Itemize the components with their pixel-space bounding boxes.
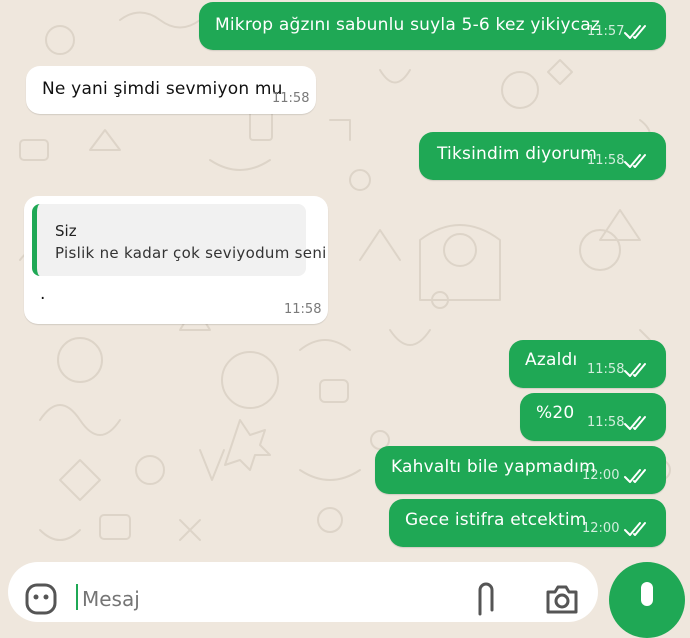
message-bubble-outgoing[interactable]: Tiksindim diyorum 11:58 xyxy=(419,132,666,180)
message-time: 11:58 xyxy=(587,415,625,430)
quoted-reply-author: Siz xyxy=(55,222,77,240)
message-time: 11:58 xyxy=(284,302,322,317)
message-text: Ne yani şimdi sevmiyon mu xyxy=(42,79,283,99)
message-time: 11:58 xyxy=(272,91,310,106)
read-receipt-icon xyxy=(624,363,646,377)
message-time: 11:58 xyxy=(587,362,625,377)
message-bubble-outgoing[interactable]: %20 11:58 xyxy=(520,393,666,441)
camera-icon[interactable] xyxy=(544,582,580,614)
message-bubble-incoming[interactable]: Ne yani şimdi sevmiyon mu 11:58 xyxy=(26,66,316,114)
message-text: Kahvaltı bile yapmadım xyxy=(391,457,596,477)
message-bubble-outgoing[interactable]: Kahvaltı bile yapmadım 12:00 xyxy=(375,446,666,494)
message-bubble-outgoing[interactable]: Mikrop ağzını sabunlu suyla 5-6 kez yiki… xyxy=(199,2,666,50)
message-bubble-outgoing[interactable]: Azaldı 11:58 xyxy=(509,340,666,388)
message-bubble-incoming[interactable]: Siz Pislik ne kadar çok seviyodum seni .… xyxy=(24,196,328,324)
attach-icon[interactable] xyxy=(474,580,498,616)
text-cursor xyxy=(76,584,78,610)
emoji-icon[interactable] xyxy=(24,582,58,616)
read-receipt-icon xyxy=(624,416,646,430)
message-text: %20 xyxy=(536,403,575,423)
message-input[interactable] xyxy=(80,582,384,616)
mic-icon xyxy=(641,582,653,606)
message-bubble-outgoing[interactable]: Gece istifra etcektim 12:00 xyxy=(389,499,666,547)
message-time: 11:58 xyxy=(587,153,625,168)
message-text: Gece istifra etcektim xyxy=(405,510,587,530)
message-time: 11:57 xyxy=(587,24,625,39)
mic-button[interactable] xyxy=(609,562,685,638)
message-time: 12:00 xyxy=(582,468,620,483)
message-composer[interactable] xyxy=(8,562,598,622)
read-receipt-icon xyxy=(624,154,646,168)
message-text: Mikrop ağzını sabunlu suyla 5-6 kez yiki… xyxy=(215,15,601,35)
read-receipt-icon xyxy=(624,25,646,39)
read-receipt-icon xyxy=(624,522,646,536)
quoted-reply[interactable]: Siz Pislik ne kadar çok seviyodum seni xyxy=(32,204,326,276)
quoted-reply-text: Pislik ne kadar çok seviyodum seni xyxy=(55,244,327,262)
message-text: Tiksindim diyorum xyxy=(437,144,597,164)
message-time: 12:00 xyxy=(582,521,620,536)
message-text: . xyxy=(40,284,46,304)
read-receipt-icon xyxy=(624,469,646,483)
message-text: Azaldı xyxy=(525,350,578,370)
